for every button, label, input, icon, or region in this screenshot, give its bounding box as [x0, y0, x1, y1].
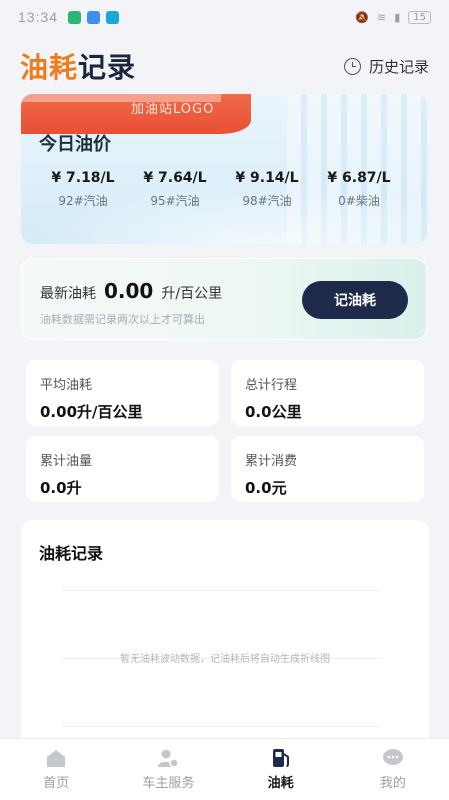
- stat-value: 0.00升/百公里: [40, 403, 143, 421]
- fuel-name: 98#汽油: [242, 194, 292, 208]
- tab-owner-service[interactable]: 车主服务: [112, 739, 224, 800]
- history-button[interactable]: 历史记录: [343, 56, 429, 77]
- stat-value: 0.0公里: [245, 403, 302, 421]
- stat-value: 0.0元: [245, 479, 287, 497]
- fuel-name: 95#汽油: [150, 194, 200, 208]
- status-icons: 🔕 ≋ ▮ 15: [355, 10, 431, 24]
- tab-label: 油耗: [267, 776, 294, 791]
- fuel-pump-icon: [272, 749, 289, 767]
- stat-label: 总计行程: [245, 378, 298, 393]
- gas-station-logo: 加油站LOGO: [131, 102, 215, 117]
- price-item: ¥ 6.87/L 0#柴油: [313, 170, 405, 209]
- notification-app-icon: [68, 10, 82, 24]
- latest-consumption-line: 最新油耗 0.00 升/百公里: [40, 279, 222, 303]
- tab-mine[interactable]: 我的: [337, 739, 449, 800]
- owner-service-icon: [158, 749, 180, 768]
- notification-cloud-icon: [87, 10, 101, 24]
- page-title-main: 记录: [78, 51, 137, 84]
- battery-icon: 15: [408, 10, 431, 24]
- latest-consumption-value: 0.00: [104, 279, 154, 303]
- latest-consumption-card: 最新油耗 0.00 升/百公里 油耗数据需记录两次以上才可算出 记油耗: [21, 258, 427, 340]
- stat-label: 平均油耗: [40, 378, 93, 393]
- price-value: ¥ 9.14/L: [235, 170, 299, 186]
- stat-average-consumption: 平均油耗 0.00升/百公里: [26, 360, 219, 426]
- tab-label: 首页: [43, 776, 70, 791]
- fuel-name: 92#汽油: [58, 194, 108, 208]
- empty-chart-message: 暂无油耗波动数据，记油耗后将自动生成折线图: [120, 654, 330, 665]
- price-value: ¥ 7.18/L: [51, 170, 115, 186]
- chat-icon: [382, 749, 403, 765]
- record-fuel-button[interactable]: 记油耗: [302, 281, 408, 319]
- stat-label: 累计消费: [245, 454, 298, 469]
- price-list: ¥ 7.18/L 92#汽油 ¥ 7.64/L 95#汽油 ¥ 9.14/L 9…: [37, 170, 417, 209]
- home-icon: [47, 750, 66, 767]
- records-title: 油耗记录: [39, 544, 104, 563]
- notification-search-icon: [106, 10, 120, 24]
- stat-label: 累计油量: [40, 454, 93, 469]
- latest-consumption-label: 最新油耗: [40, 286, 96, 302]
- tab-label: 车主服务: [142, 776, 195, 791]
- today-price-label: 今日油价: [39, 134, 111, 155]
- status-bar: 13:34 🔕 ≋ ▮ 15: [0, 0, 449, 34]
- price-item: ¥ 7.64/L 95#汽油: [129, 170, 221, 209]
- price-item: ¥ 7.18/L 92#汽油: [37, 170, 129, 209]
- chart-gridline: [61, 590, 381, 591]
- status-time: 13:34: [18, 9, 59, 25]
- stat-value: 0.0升: [40, 479, 82, 497]
- tab-home[interactable]: 首页: [0, 739, 112, 800]
- latest-consumption-hint: 油耗数据需记录两次以上才可算出: [40, 313, 205, 326]
- latest-consumption-unit: 升/百公里: [161, 286, 223, 302]
- stat-total-fuel: 累计油量 0.0升: [26, 436, 219, 502]
- fuel-name: 0#柴油: [338, 194, 380, 208]
- clock-icon: [343, 57, 361, 75]
- price-value: ¥ 7.64/L: [143, 170, 207, 186]
- oil-price-card: 加油站LOGO 今日油价 ¥ 7.18/L 92#汽油 ¥ 7.64/L 95#…: [21, 94, 427, 244]
- wifi-icon: ≋: [376, 10, 387, 24]
- records-card: 油耗记录 暂无油耗波动数据，记油耗后将自动生成折线图: [21, 520, 429, 750]
- signal-icon: ▮: [394, 10, 401, 24]
- tab-fuel[interactable]: 油耗: [225, 739, 337, 800]
- stat-total-mileage: 总计行程 0.0公里: [231, 360, 424, 426]
- price-item: ¥ 9.14/L 98#汽油: [221, 170, 313, 209]
- price-value: ¥ 6.87/L: [327, 170, 391, 186]
- mute-icon: 🔕: [355, 10, 369, 24]
- page-title: 油耗记录: [20, 46, 136, 86]
- bottom-tab-bar: 首页 车主服务 油耗 我的: [0, 738, 449, 800]
- chart-gridline: [61, 726, 381, 727]
- page-title-accent: 油耗: [20, 51, 79, 84]
- tab-label: 我的: [379, 776, 406, 791]
- stat-total-cost: 累计消费 0.0元: [231, 436, 424, 502]
- page-header: 油耗记录 历史记录: [0, 44, 449, 88]
- history-label: 历史记录: [368, 57, 429, 76]
